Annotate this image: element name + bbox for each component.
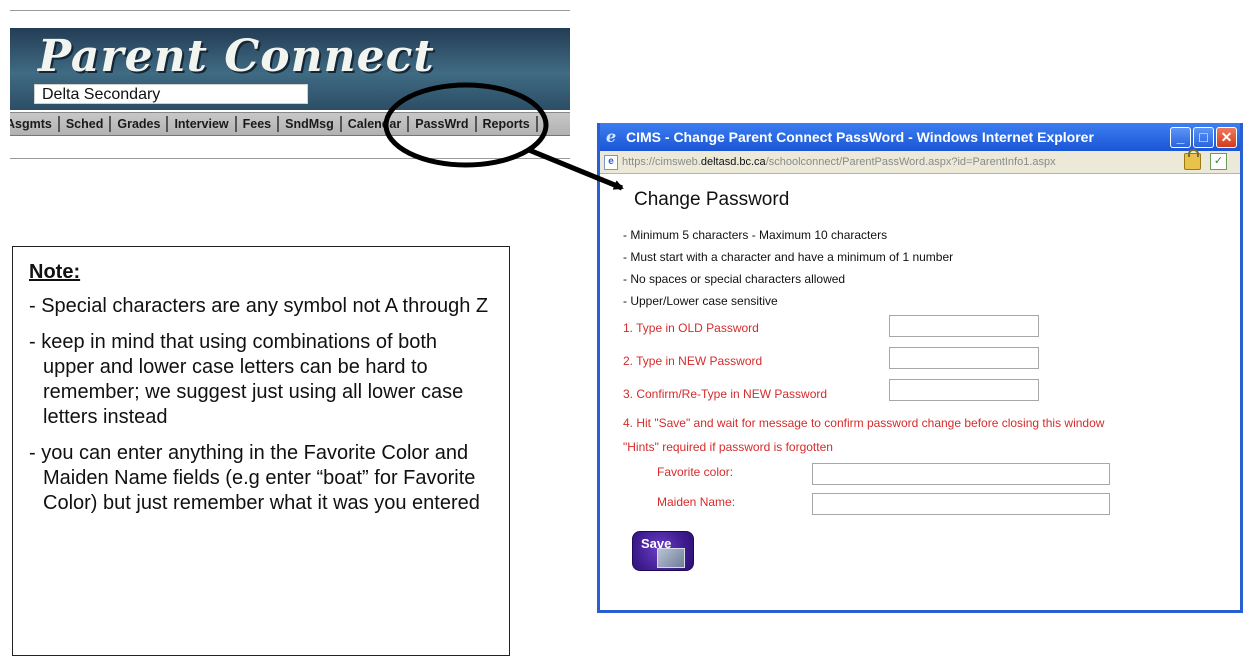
rule-text: - No spaces or special characters allowe… (623, 272, 846, 286)
maiden-name-label: Maiden Name: (657, 495, 736, 509)
maiden-name-input[interactable] (812, 493, 1110, 515)
school-name-field: Delta Secondary (34, 84, 308, 104)
rule-text: - Minimum 5 characters - Maximum 10 char… (623, 228, 888, 242)
floppy-disk-icon (657, 548, 685, 568)
note-box: Note: - Special characters are any symbo… (12, 246, 510, 656)
note-title: Note: (29, 261, 81, 283)
window-title: CIMS - Change Parent Connect PassWord - … (626, 129, 1094, 145)
new-password-label: 2. Type in NEW Password (623, 354, 763, 368)
hints-note: "Hints" required if password is forgotte… (623, 440, 833, 454)
tab-fees[interactable]: Fees (237, 116, 280, 132)
confirm-password-label: 3. Confirm/Re-Type in NEW Password (623, 387, 828, 401)
rule-text: - Must start with a character and have a… (623, 250, 954, 264)
tab-sched[interactable]: Sched (60, 116, 112, 132)
rule-text: - Upper/Lower case sensitive (623, 294, 778, 308)
new-password-input[interactable] (889, 347, 1039, 369)
window-title-bar[interactable]: e CIMS - Change Parent Connect PassWord … (600, 123, 1240, 151)
tab-grades[interactable]: Grades (111, 116, 169, 132)
old-password-input[interactable] (889, 315, 1039, 337)
bottom-divider (10, 158, 570, 159)
confirm-password-input[interactable] (889, 379, 1039, 401)
page-title: Change Password (634, 189, 790, 210)
favorite-color-input[interactable] (812, 463, 1110, 485)
certificate-icon[interactable]: ✓ (1210, 153, 1227, 170)
parent-connect-banner: Parent Connect Delta Secondary (10, 28, 570, 110)
url-text[interactable]: https://cimsweb.deltasd.bc.ca/schoolconn… (622, 154, 1056, 170)
tab-sndmsg[interactable]: SndMsg (279, 116, 342, 132)
lock-icon[interactable] (1184, 149, 1201, 170)
page-icon: e (604, 155, 618, 170)
ie-window: e CIMS - Change Parent Connect PassWord … (597, 123, 1243, 613)
favorite-color-label: Favorite color: (657, 465, 734, 479)
save-instruction: 4. Hit "Save" and wait for message to co… (623, 416, 1105, 430)
tab-interview[interactable]: Interview (168, 116, 237, 132)
app-title: Parent Connect (38, 31, 435, 82)
ie-logo-icon: e (606, 127, 617, 146)
tab-asgmts[interactable]: Asgmts (10, 116, 60, 132)
note-item: - you can enter anything in the Favorite… (29, 442, 480, 514)
tab-calendar[interactable]: Calendar (342, 116, 410, 132)
close-icon[interactable]: ✕ (1216, 127, 1237, 148)
note-item: - Special characters are any symbol not … (29, 295, 489, 317)
maximize-icon[interactable]: □ (1193, 127, 1214, 148)
top-divider (10, 10, 570, 11)
nav-tab-bar: Asgmts Sched Grades Interview Fees SndMs… (10, 112, 570, 136)
address-bar[interactable]: e https://cimsweb.deltasd.bc.ca/schoolco… (600, 149, 1240, 174)
old-password-label: 1. Type in OLD Password (623, 321, 759, 335)
save-button[interactable]: Save (632, 531, 694, 571)
tab-reports[interactable]: Reports (477, 116, 538, 132)
tab-passwrd[interactable]: PassWrd (409, 116, 477, 132)
note-item: - keep in mind that using combinations o… (29, 331, 464, 428)
minimize-icon[interactable]: _ (1170, 127, 1191, 148)
page-content: Change Password - Minimum 5 characters -… (600, 173, 1240, 610)
